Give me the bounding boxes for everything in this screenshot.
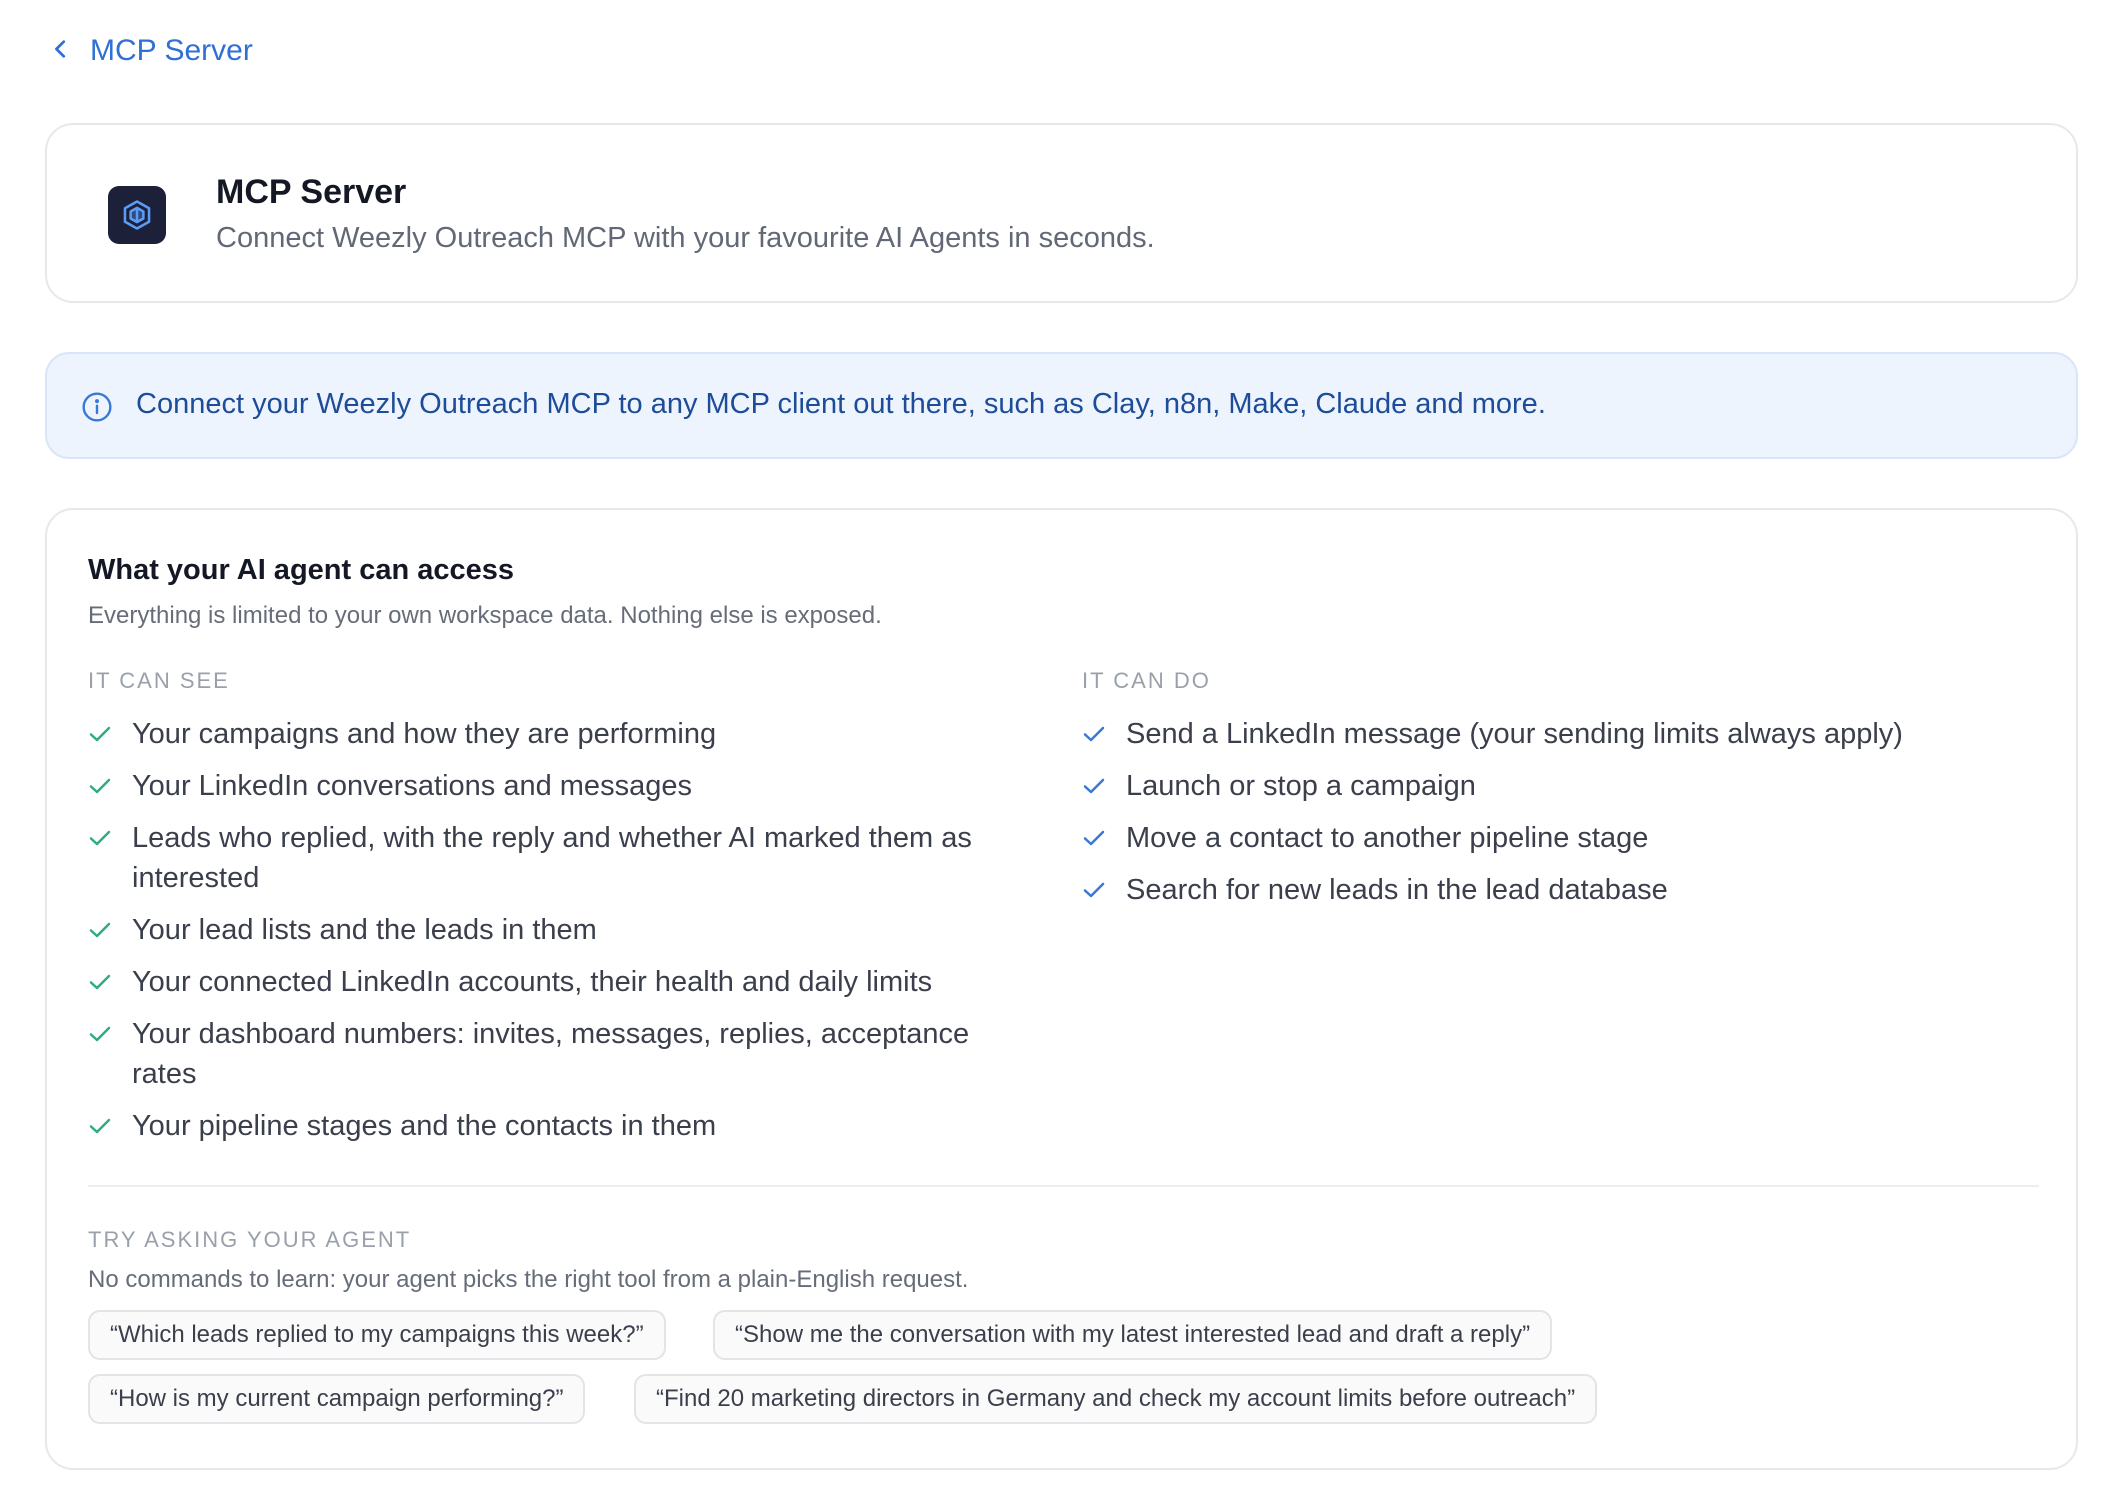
try-asking-heading: TRY ASKING YOUR AGENT [88,1227,412,1252]
info-banner-text: Connect your Weezly Outreach MCP to any … [136,388,1546,420]
list-item: Your LinkedIn conversations and messages [88,766,1048,806]
header-card: MCP Server Connect Weezly Outreach MCP w… [45,123,2078,303]
mcp-hexagon-icon [108,186,166,244]
can-see-item: Your campaigns and how they are performi… [132,718,717,750]
list-item: Send a LinkedIn message (your sending li… [1082,714,2042,754]
check-icon [88,910,132,950]
check-icon [88,1106,132,1146]
list-item: Move a contact to another pipeline stage [1082,818,2042,858]
back-link-label: MCP Server [90,34,253,67]
example-prompt-chip[interactable]: “Find 20 marketing directors in Germany … [634,1374,1598,1424]
back-link[interactable]: MCP Server [50,34,253,68]
list-item: Launch or stop a campaign [1082,766,2042,806]
check-icon [88,818,132,858]
can-see-item: Your dashboard numbers: invites, message… [132,1018,970,1090]
try-asking-subtitle: No commands to learn: your agent picks t… [88,1266,969,1293]
can-do-item: Move a contact to another pipeline stage [1126,822,1649,854]
check-icon [1082,714,1126,754]
can-see-item: Leads who replied, with the reply and wh… [132,822,972,894]
can-see-list: Your campaigns and how they are performi… [88,714,1048,1158]
example-prompt-chip[interactable]: “Which leads replied to my campaigns thi… [88,1310,666,1360]
can-do-item: Search for new leads in the lead databas… [1126,874,1668,906]
access-subtitle: Everything is limited to your own worksp… [88,602,882,629]
check-icon [1082,766,1126,806]
can-do-item: Send a LinkedIn message (your sending li… [1126,718,1903,750]
mcp-server-page: MCP Server MCP Server Connect Weezly Out… [0,0,2106,1512]
access-title: What your AI agent can access [88,554,515,586]
page-subtitle: Connect Weezly Outreach MCP with your fa… [216,222,1155,254]
list-item: Search for new leads in the lead databas… [1082,870,2042,910]
can-do-item: Launch or stop a campaign [1126,770,1476,802]
check-icon [1082,870,1126,910]
can-see-item: Your LinkedIn conversations and messages [132,770,692,802]
example-prompt-chip[interactable]: “Show me the conversation with my latest… [713,1310,1553,1360]
check-icon [1082,818,1126,858]
can-do-heading: IT CAN DO [1082,668,1211,693]
list-item: Your campaigns and how they are performi… [88,714,1048,754]
list-item: Leads who replied, with the reply and wh… [88,818,1048,898]
can-do-list: Send a LinkedIn message (your sending li… [1082,714,2042,922]
check-icon [88,962,132,1002]
can-see-item: Your pipeline stages and the contacts in… [132,1110,717,1142]
check-icon [88,714,132,754]
can-see-item: Your connected LinkedIn accounts, their … [132,966,933,998]
check-icon [88,766,132,806]
check-icon [88,1014,132,1054]
can-see-item: Your lead lists and the leads in them [132,914,597,946]
section-divider [88,1185,2039,1187]
info-circle-icon [81,391,113,423]
access-card: What your AI agent can access Everything… [45,508,2078,1470]
example-prompt-chip[interactable]: “How is my current campaign performing?” [88,1374,586,1424]
list-item: Your dashboard numbers: invites, message… [88,1014,1048,1094]
chevron-left-icon [50,34,72,68]
can-see-heading: IT CAN SEE [88,668,230,693]
info-banner: Connect your Weezly Outreach MCP to any … [45,352,2078,459]
list-item: Your pipeline stages and the contacts in… [88,1106,1048,1146]
list-item: Your connected LinkedIn accounts, their … [88,962,1048,1002]
page-title: MCP Server [216,173,407,211]
list-item: Your lead lists and the leads in them [88,910,1048,950]
